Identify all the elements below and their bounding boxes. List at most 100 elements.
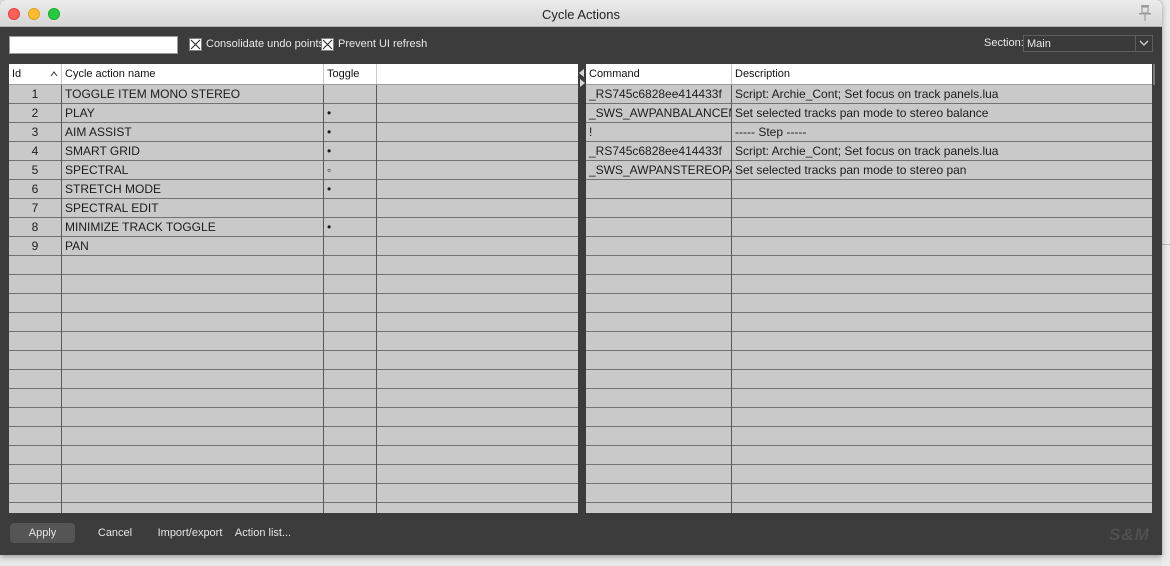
cell-id: 9 — [31, 239, 39, 253]
cell-id: 6 — [31, 182, 39, 196]
vertical-scrollbar[interactable] — [1153, 64, 1155, 85]
table-row[interactable]: 3 AIM ASSIST • — [9, 123, 578, 142]
table-row[interactable] — [586, 332, 1152, 351]
table-row[interactable] — [586, 351, 1152, 370]
table-row[interactable] — [586, 408, 1152, 427]
table-row[interactable] — [9, 484, 578, 503]
apply-button[interactable]: Apply — [10, 523, 75, 543]
table-row[interactable]: 2 PLAY • — [9, 104, 578, 123]
cell-toggle — [324, 85, 376, 103]
table-row[interactable] — [586, 370, 1152, 389]
column-divider — [731, 85, 732, 513]
column-divider — [376, 85, 377, 513]
list-splitter[interactable] — [578, 64, 586, 513]
table-row[interactable] — [586, 389, 1152, 408]
pin-icon[interactable] — [1137, 4, 1153, 22]
table-row[interactable] — [586, 427, 1152, 446]
cell-id: 5 — [31, 163, 39, 177]
cycle-actions-list[interactable]: Id Cycle action name Toggle 1 TOGGLE ITEM… — [9, 64, 578, 513]
column-header-id-label: Id — [12, 68, 22, 80]
table-row[interactable] — [586, 237, 1152, 256]
cell-command: _SWS_AWPANSTEREOPA — [589, 163, 731, 177]
table-row[interactable] — [586, 275, 1152, 294]
cell-id: 8 — [31, 220, 39, 234]
cell-action-name: MINIMIZE TRACK TOGGLE — [65, 220, 216, 234]
section-select[interactable]: Main — [1023, 35, 1153, 52]
cancel-button[interactable]: Cancel — [90, 523, 140, 543]
table-row[interactable]: _SWS_AWPANBALANCEM Set selected tracks pa… — [586, 104, 1152, 123]
consolidate-undo-checkbox[interactable]: Consolidate undo points — [189, 37, 324, 51]
table-row[interactable] — [586, 313, 1152, 332]
table-row[interactable] — [9, 427, 578, 446]
table-row[interactable]: 4 SMART GRID • — [9, 142, 578, 161]
consolidate-undo-label: Consolidate undo points — [206, 38, 325, 50]
cell-id: 4 — [31, 144, 39, 158]
table-row[interactable] — [586, 180, 1152, 199]
cycle-actions-window: Cycle Actions Consolidate undo points Pr… — [0, 0, 1162, 555]
table-row[interactable] — [586, 294, 1152, 313]
column-header-description[interactable]: Description — [732, 64, 1152, 84]
cell-description: Script: Archie_Cont; Set focus on track … — [735, 87, 999, 101]
cell-command: _RS745c6828ee414433f — [589, 144, 722, 158]
table-row[interactable] — [9, 503, 578, 513]
table-row[interactable]: 5 SPECTRAL ◦ — [9, 161, 578, 180]
bottom-button-bar: Apply Cancel Import/export Action list..… — [0, 513, 1162, 555]
sm-logo: S&M — [1109, 525, 1150, 544]
table-row[interactable] — [9, 313, 578, 332]
table-row[interactable] — [586, 503, 1152, 513]
column-divider — [323, 85, 324, 513]
table-row[interactable]: 7 SPECTRAL EDIT — [9, 199, 578, 218]
action-list-button[interactable]: Action list... — [234, 523, 292, 543]
table-row[interactable] — [9, 275, 578, 294]
title-bar[interactable]: Cycle Actions — [0, 0, 1162, 27]
column-header-command[interactable]: Command — [586, 64, 732, 84]
table-row[interactable] — [586, 465, 1152, 484]
cell-description: ----- Step ----- — [735, 125, 807, 139]
table-row[interactable] — [9, 294, 578, 313]
table-row[interactable] — [586, 256, 1152, 275]
table-row[interactable]: _RS745c6828ee414433f Script: Archie_Cont;… — [586, 142, 1152, 161]
cell-toggle: • — [327, 106, 332, 120]
table-row[interactable] — [9, 332, 578, 351]
filter-input[interactable] — [9, 36, 178, 54]
chevron-down-icon[interactable] — [1135, 36, 1152, 51]
cell-action-name: TOGGLE ITEM MONO STEREO — [65, 87, 241, 101]
table-row[interactable]: 6 STRETCH MODE • — [9, 180, 578, 199]
checkbox-checked-icon[interactable] — [321, 37, 334, 51]
table-row[interactable]: _RS745c6828ee414433f Script: Archie_Cont;… — [586, 85, 1152, 104]
prevent-ui-refresh-checkbox[interactable]: Prevent UI refresh — [321, 37, 427, 51]
cycle-commands-list[interactable]: Command Description _RS745c6828ee414433f… — [586, 64, 1152, 513]
table-row[interactable]: ! ----- Step ----- — [586, 123, 1152, 142]
column-header-blank[interactable] — [377, 64, 578, 84]
cell-command: ! — [589, 125, 593, 139]
cell-id: 3 — [31, 125, 39, 139]
table-row[interactable]: _SWS_AWPANSTEREOPA Set selected tracks pa… — [586, 161, 1152, 180]
splitter-arrows-icon[interactable] — [578, 68, 586, 88]
prevent-ui-refresh-label: Prevent UI refresh — [338, 38, 428, 50]
table-row[interactable]: 8 MINIMIZE TRACK TOGGLE • — [9, 218, 578, 237]
column-header-id[interactable]: Id — [9, 64, 62, 84]
cell-action-name: SPECTRAL — [65, 163, 129, 177]
table-row[interactable] — [9, 256, 578, 275]
table-row[interactable]: 9 PAN — [9, 237, 578, 256]
cell-toggle: • — [327, 144, 332, 158]
table-row[interactable]: 1 TOGGLE ITEM MONO STEREO — [9, 85, 578, 104]
table-row[interactable] — [586, 484, 1152, 503]
table-row[interactable] — [9, 351, 578, 370]
background-app-edge — [1162, 0, 1170, 566]
cell-id: 1 — [31, 87, 39, 101]
table-row[interactable] — [586, 446, 1152, 465]
table-row[interactable] — [586, 199, 1152, 218]
checkbox-checked-icon[interactable] — [189, 37, 202, 51]
table-row[interactable] — [9, 446, 578, 465]
table-row[interactable] — [9, 465, 578, 484]
column-header-name[interactable]: Cycle action name — [62, 64, 324, 84]
table-row[interactable] — [9, 370, 578, 389]
cycle-actions-list-header: Id Cycle action name Toggle — [9, 64, 578, 85]
column-header-toggle[interactable]: Toggle — [324, 64, 377, 84]
table-row[interactable] — [9, 389, 578, 408]
cell-toggle: • — [327, 220, 332, 234]
table-row[interactable] — [586, 218, 1152, 237]
table-row[interactable] — [9, 408, 578, 427]
import-export-button[interactable]: Import/export — [155, 523, 225, 543]
